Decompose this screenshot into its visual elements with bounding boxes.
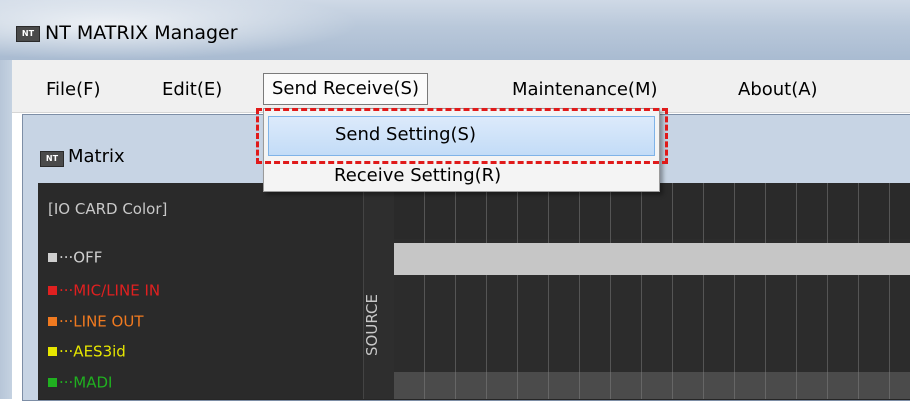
highlight-annotation-box <box>256 108 668 164</box>
legend-swatch <box>48 286 57 295</box>
legend-item-madi: ···MADI <box>48 373 112 392</box>
app-icon: NT <box>16 26 40 42</box>
menu-file[interactable]: File(F) <box>46 76 101 104</box>
matrix-grid-bottom-row <box>394 372 910 399</box>
legend-item-line-out: ···LINE OUT <box>48 312 144 331</box>
matrix-window-title: Matrix <box>68 146 125 167</box>
legend-item-off: ···OFF <box>48 248 102 267</box>
window-title: NT MATRIX Manager <box>45 22 238 44</box>
legend-swatch <box>48 317 57 326</box>
matrix-window-icon: NT <box>40 151 64 167</box>
legend-item-mic-line-in: ···MIC/LINE IN <box>48 281 160 300</box>
window-left-frame <box>0 60 12 399</box>
menu-maintenance[interactable]: Maintenance(M) <box>512 76 658 104</box>
menu-send-receive[interactable]: Send Receive(S) <box>263 73 428 105</box>
legend-title: [IO CARD Color] <box>48 200 168 218</box>
legend-swatch <box>48 253 57 262</box>
menu-about[interactable]: About(A) <box>738 76 818 104</box>
matrix-grid-bar <box>394 243 910 275</box>
legend-swatch <box>48 378 57 387</box>
legend-item-aes3id: ···AES3id <box>48 342 126 361</box>
legend-swatch <box>48 347 57 356</box>
source-label: SOURCE <box>363 294 381 356</box>
menu-edit[interactable]: Edit(E) <box>162 76 222 104</box>
